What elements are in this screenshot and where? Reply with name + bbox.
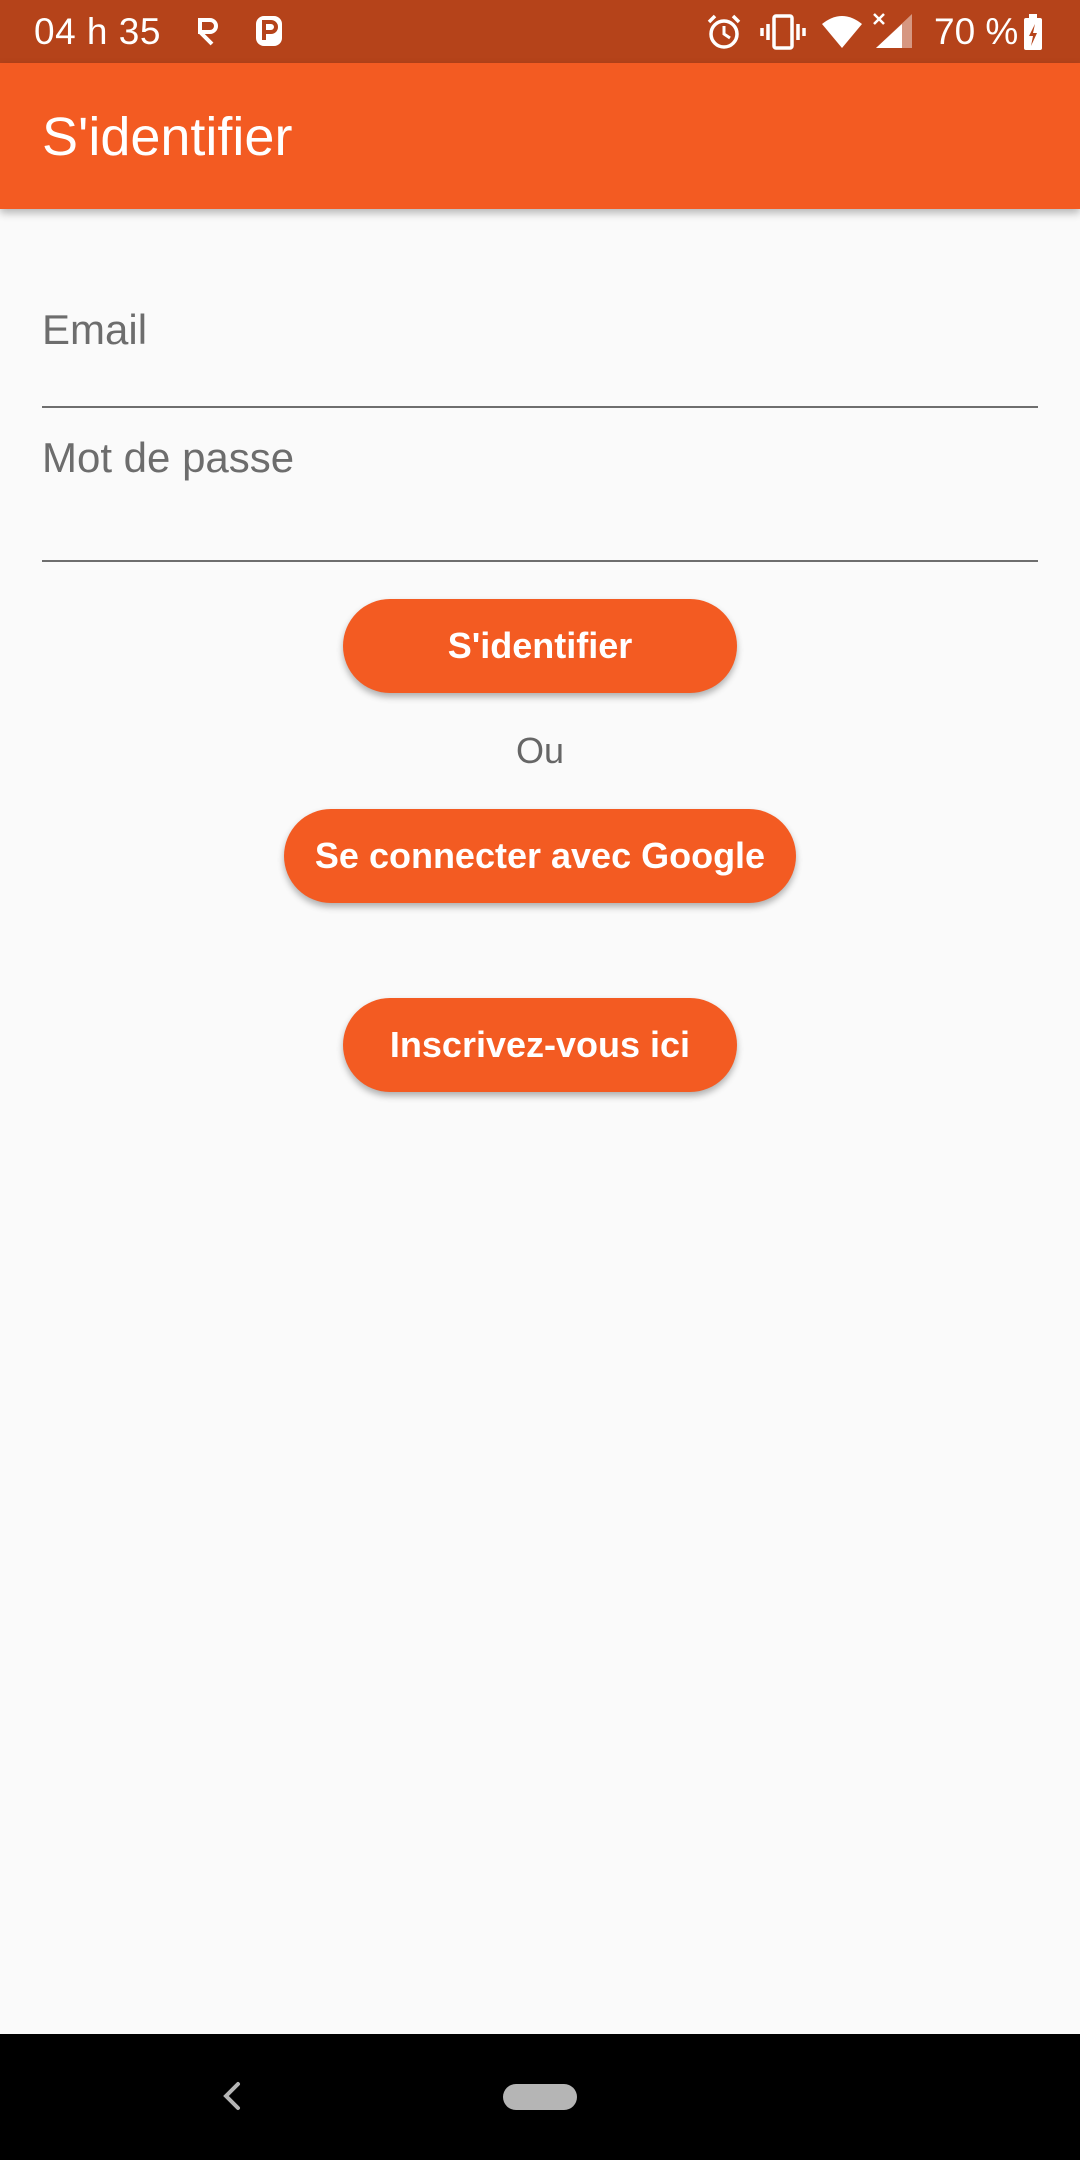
or-separator: Ou [515, 730, 565, 771]
password-label: Mot de passe [42, 434, 295, 481]
password-field[interactable]: Mot de passe [42, 420, 1038, 562]
email-input[interactable] [42, 352, 1038, 398]
signal-icon [873, 13, 912, 48]
page-title: S'identifier [42, 107, 293, 167]
login-screen: 04 h 35 70 % S'identifier Email Mot de p… [0, 0, 1080, 2160]
back-icon[interactable] [210, 2074, 254, 2118]
status-time: 04 h 35 [34, 11, 161, 52]
battery-charging-icon [1024, 14, 1042, 50]
email-field[interactable]: Email [42, 290, 1038, 408]
register-button[interactable]: Inscrivez-vous ici [343, 998, 737, 1092]
login-button[interactable]: S'identifier [343, 599, 737, 693]
vibrate-icon [760, 14, 806, 50]
google-signin-button[interactable]: Se connecter avec Google [284, 809, 796, 903]
wifi-icon [822, 16, 862, 48]
password-input[interactable] [42, 496, 1038, 546]
status-bar: 04 h 35 70 % [0, 0, 1080, 63]
parking-icon [256, 16, 282, 46]
alarm-icon [707, 14, 741, 49]
email-label: Email [42, 306, 148, 353]
rotate-icon [198, 18, 218, 46]
app-bar: S'identifier [0, 63, 1080, 209]
navigation-bar [0, 2034, 1080, 2160]
battery-percentage: 70 % [934, 11, 1019, 52]
home-pill-icon[interactable] [503, 2084, 577, 2110]
